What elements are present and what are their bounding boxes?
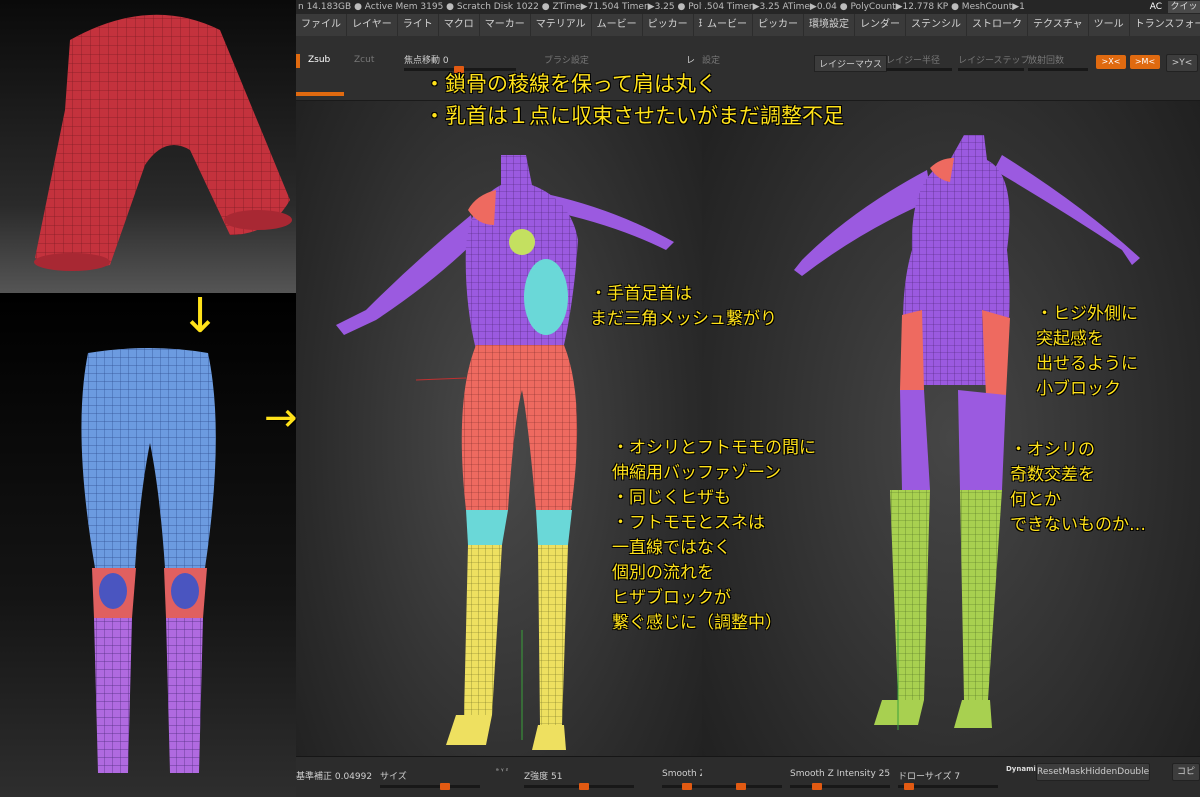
annotation-top: ・鎖骨の稜線を保って肩は丸く ・乳首は１点に収束させたいがまだ調整不足 (424, 68, 844, 132)
menu-item-marker[interactable]: マーカー (480, 14, 531, 36)
menu-item-file[interactable]: ファイル (296, 14, 347, 36)
annotation-line: 突起感を (1036, 329, 1104, 349)
slider-knob[interactable] (736, 783, 746, 790)
annotation-line: 一直線ではなく (612, 538, 731, 558)
annotation-line: 奇数交差を (1010, 465, 1095, 485)
menu-item-preferences[interactable]: 環境設定 (804, 14, 855, 36)
smooth-z-intensity-slider[interactable] (790, 783, 890, 790)
status-bar: n 14.183GB ● Active Mem 3195 ● Scratch D… (296, 0, 702, 14)
annotation-hip-front: ・オシリとフトモモの間に 伸縮用バッファゾーン ・同じくヒザも ・フトモモとスネ… (612, 436, 816, 636)
symmetry-y-button[interactable]: >Y< (1166, 54, 1198, 72)
status-ac: AC (1149, 2, 1162, 12)
left-slider[interactable] (702, 783, 782, 790)
slider-knob[interactable] (682, 783, 692, 790)
quick-button[interactable]: クイッ (1168, 1, 1200, 13)
annotation-line: ・手首足首は (590, 284, 692, 304)
annotation-line: ・ヒジ外側に (1036, 304, 1138, 324)
annotation-line: ・乳首は１点に収束させたいがまだ調整不足 (424, 104, 844, 128)
female-body-back-mesh (794, 135, 1140, 730)
radial-count-slider[interactable] (1028, 68, 1088, 71)
annotation-wrist: ・手首足首は まだ三角メッシュ繋がり (590, 282, 777, 332)
size-slider[interactable] (380, 783, 480, 790)
annotation-line: できないものか… (1010, 515, 1146, 535)
lazy-radius-label[interactable]: レイジー半径 (886, 53, 940, 66)
draw-size-slider[interactable] (898, 783, 998, 790)
radial-count-label[interactable]: 放射回数 (1028, 53, 1064, 66)
menu-item-movie[interactable]: ムービー (702, 14, 753, 36)
zcut-button[interactable]: Zcut (354, 55, 374, 65)
symmetry-x-button[interactable]: >X< (1096, 55, 1126, 69)
menu-item-stencil[interactable]: ステンシル (906, 14, 967, 36)
active-indicator (296, 54, 300, 68)
menu-item-layer[interactable]: レイヤー (347, 14, 398, 36)
menu-item-render[interactable]: レンダー (855, 14, 906, 36)
annotation-line: ・オシリの (1010, 440, 1095, 460)
size-label: サイズ (380, 772, 407, 782)
reference-hip-mesh-panel (0, 0, 296, 293)
annotation-line: ・フトモモとスネは (612, 513, 765, 533)
symmetry-m-button[interactable]: >M< (1130, 55, 1160, 69)
down-arrow-icon: ↓ (180, 288, 221, 344)
settings-label[interactable]: 設定 (702, 53, 720, 66)
slider-knob[interactable] (579, 783, 589, 790)
annotation-line: 繋ぐ感じに（調整中） (612, 613, 782, 633)
lazy-step-slider[interactable] (958, 68, 1024, 71)
copy-button[interactable]: コピ (1172, 763, 1200, 781)
focal-shift-label: 焦点移動 0 (404, 56, 449, 66)
brush-settings-label[interactable]: ブラシ設定 (544, 53, 589, 66)
menu-item-transform[interactable]: トランスフォーム (1130, 14, 1200, 36)
annotation-line: ・鎖骨の稜線を保って肩は丸く (424, 72, 717, 96)
menu-item-stroke[interactable]: ストローク (967, 14, 1028, 36)
standard-correction-value[interactable]: 基準補正 0.04992 (296, 769, 372, 782)
menu-bar: ムービー ピッカー 環境設定 レンダー ステンシル ストローク テクスチャ ツール トランスフォ… (702, 14, 1200, 36)
slider-knob[interactable] (812, 783, 822, 790)
annotation-line: ・同じくヒザも (612, 488, 731, 508)
smooth-z-intensity-label: Smooth Z Intensity 25 (790, 769, 891, 779)
bottom-bar: 基準補正 0.04992 サイズ ᵃ ᵞ ᶻ Z強度 51 Smooth Z (296, 756, 702, 797)
z-intensity-slider[interactable] (524, 783, 634, 790)
female-body-front-mesh (336, 155, 674, 750)
smooth-z-slider[interactable] (662, 783, 702, 790)
annotation-line: 小ブロック (1036, 379, 1121, 399)
status-text: .504 Timer▶3.25 ATime▶0.04 ● PolyCount▶1… (704, 2, 1025, 12)
slider-knob[interactable] (440, 783, 450, 790)
menu-item-tool[interactable]: ツール (1089, 14, 1130, 36)
annotation-line: 個別の流れを (612, 563, 714, 583)
annotation-line: 伸縮用バッファゾーン (612, 463, 782, 483)
menu-item-picker[interactable]: ピッカー (643, 14, 694, 36)
smooth-z-label: Smooth Z (662, 769, 702, 779)
progress-stripe (296, 92, 344, 96)
menu-item-movie[interactable]: ムービー (592, 14, 643, 36)
menu-item-light[interactable]: ライト (398, 14, 439, 36)
bottom-bar: Smooth Z Intensity 25 ドローサイズ 7 Dynamic R… (702, 756, 1200, 797)
menu-item-macro[interactable]: マクロ (439, 14, 480, 36)
menu-item-texture[interactable]: テクスチャ (1028, 14, 1089, 36)
menu-item-preferences[interactable]: 環境設 (694, 14, 702, 36)
annotation-line: 出せるように (1036, 354, 1138, 374)
menu-bar: ファイルレイヤーライトマクロマーカーマテリアルムービーピッカー環境設 (296, 14, 702, 36)
blue-legs-mesh-illustration (81, 348, 216, 773)
reference-legs-mesh-panel (0, 293, 296, 797)
reset-mask-button[interactable]: ResetMaskHiddenDouble (1036, 763, 1150, 781)
menu-item-material[interactable]: マテリアル (531, 14, 592, 36)
annotation-line: ・オシリとフトモモの間に (612, 438, 816, 458)
menu-item-picker[interactable]: ピッカー (753, 14, 804, 36)
slider-knob[interactable] (904, 783, 914, 790)
annotation-line: まだ三角メッシュ繋がり (590, 309, 777, 329)
annotation-line: 何とか (1010, 490, 1061, 510)
lazy-step-label[interactable]: レイジーステップ (958, 53, 1030, 66)
right-arrow-icon: → (264, 395, 298, 441)
annotation-line: ヒザブロックが (612, 588, 731, 608)
lazy-label-truncated: レ (686, 56, 696, 66)
status-bar: .504 Timer▶3.25 ATime▶0.04 ● PolyCount▶1… (702, 0, 1200, 14)
xyz-toggle[interactable]: ᵃ ᵞ ᶻ (496, 767, 508, 775)
annotation-hip-back: ・オシリの 奇数交差を 何とか できないものか… (1010, 438, 1146, 538)
zsub-button[interactable]: Zsub (308, 55, 330, 65)
annotation-elbow: ・ヒジ外側に 突起感を 出せるように 小ブロック (1036, 302, 1138, 402)
draw-size-label: ドローサイズ 7 (898, 772, 961, 782)
lazy-radius-slider[interactable] (886, 68, 952, 71)
red-hip-mesh-illustration (34, 14, 292, 271)
dynamic-toggle[interactable]: Dynamic (1006, 765, 1040, 773)
z-intensity-label: Z強度 51 (524, 772, 563, 782)
